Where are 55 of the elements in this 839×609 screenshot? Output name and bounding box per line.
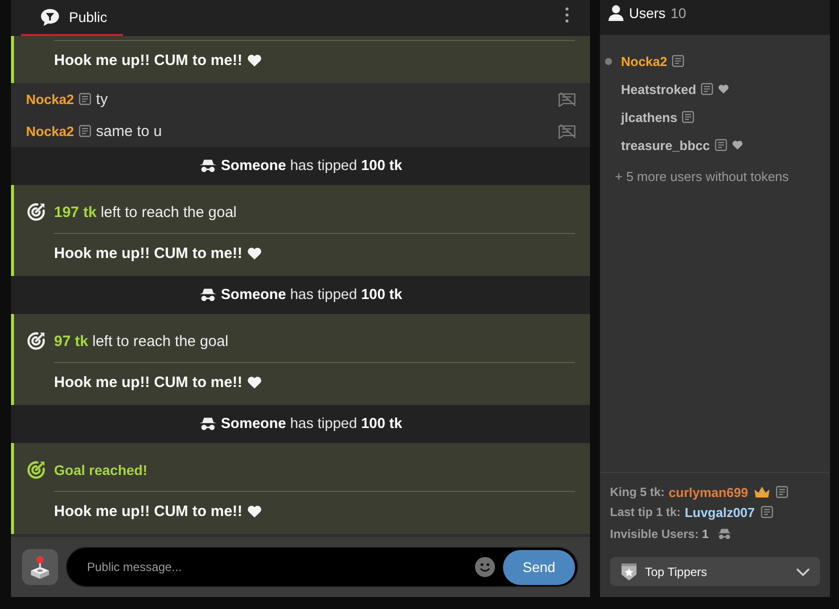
crossed-flag-icon[interactable] [558, 92, 576, 106]
invisible-users-label: Invisible Users: 1 [610, 527, 709, 541]
crossed-flag-icon[interactable] [558, 124, 576, 138]
message-text: same to u [96, 122, 163, 140]
incognito-icon [198, 288, 217, 302]
heart-icon [247, 504, 262, 518]
note-icon[interactable] [682, 111, 694, 123]
heart-icon [247, 54, 262, 66]
heart-icon [247, 246, 262, 260]
users-title: Users [629, 4, 666, 20]
note-icon[interactable] [672, 55, 684, 67]
shield-star-icon [621, 562, 637, 580]
username[interactable]: Nocka2 [621, 54, 668, 68]
message-text: ty [96, 90, 109, 108]
tip-text: Someone has tipped 100 tk [220, 158, 402, 174]
note-icon[interactable] [760, 506, 773, 518]
crown-icon [754, 486, 770, 498]
username[interactable]: Nocka2 [26, 92, 74, 106]
tip-text: Someone has tipped 100 tk [220, 416, 402, 432]
more-users-link[interactable]: + 5 more users without tokens [600, 159, 830, 185]
username[interactable]: Nocka2 [26, 124, 74, 138]
last-tipper-username[interactable]: Luvgalz007 [684, 504, 755, 520]
username[interactable]: Heatstroked [621, 82, 696, 96]
goal-message: Hook me up!! CUM to me!! [54, 244, 242, 262]
note-icon[interactable] [776, 486, 788, 498]
king-username[interactable]: curlyman699 [668, 484, 748, 500]
incognito-icon [716, 528, 732, 540]
games-button[interactable] [22, 549, 58, 585]
heart-icon [247, 376, 262, 388]
user-count: 10 [670, 4, 686, 20]
last-tip-label: Last tip 1 tk: [610, 505, 681, 519]
goal-message: Hook me up!! CUM to me!! [54, 374, 242, 390]
goal-status: 97 tk left to reach the goal [54, 332, 228, 350]
king-label: King 5 tk: [610, 485, 665, 499]
message-input[interactable]: Public message... Send [66, 547, 578, 587]
top-tippers-dropdown[interactable]: Top Tippers [610, 557, 820, 586]
note-icon[interactable] [79, 93, 92, 105]
goal-message: Hook me up!! CUM to me!! [54, 52, 242, 68]
note-icon[interactable] [714, 139, 727, 151]
goal-status: 197 tk left to reach the goal [54, 204, 237, 220]
tip-text: Someone has tipped 100 tk [220, 287, 402, 303]
note-icon[interactable] [79, 125, 92, 137]
kebab-menu-icon[interactable] [565, 7, 569, 23]
user-icon [608, 4, 624, 20]
note-icon[interactable] [701, 83, 714, 95]
incognito-icon [198, 159, 217, 173]
joystick-icon [30, 555, 50, 579]
goal-message: Hook me up!! CUM to me!! [54, 502, 242, 520]
username[interactable]: treasure_bbcc [621, 138, 710, 152]
send-button[interactable]: Send [503, 550, 575, 584]
smiley-icon[interactable] [475, 557, 495, 577]
speech-bubble-icon [40, 8, 60, 26]
username[interactable]: jlcathens [621, 110, 678, 124]
goal-status: Goal reached! [54, 462, 148, 478]
incognito-icon [198, 417, 217, 431]
